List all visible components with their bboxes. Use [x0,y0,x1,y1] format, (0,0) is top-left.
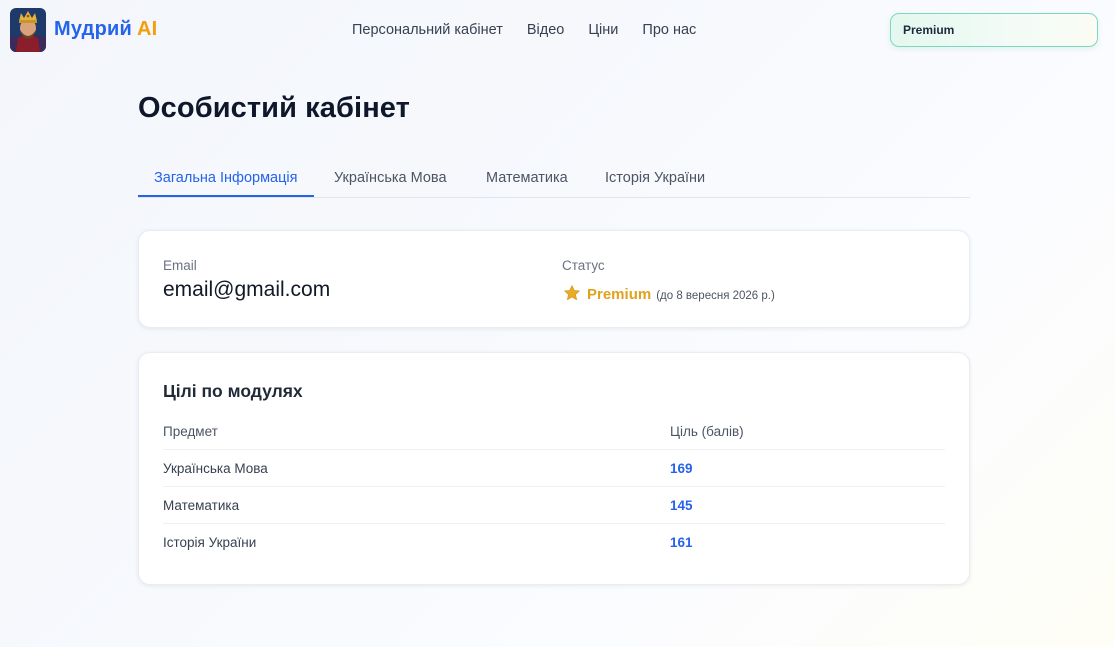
subject-cell: Українська Мова [163,461,268,476]
king-portrait-icon [10,8,46,52]
goal-cell[interactable]: 145 [670,498,693,513]
goal-cell[interactable]: 169 [670,461,693,476]
page-title: Особистий кабінет [138,92,410,124]
nav-about[interactable]: Про нас [642,22,696,38]
table-header-row: Предмет Ціль (балів) [163,413,945,450]
logo-avatar[interactable] [10,8,46,52]
status-value: Premium (до 8 вересня 2026 р.) [563,281,775,303]
goals-table: Предмет Ціль (балів) Українська Мова 169… [163,413,945,561]
premium-button[interactable]: Premium [890,13,1098,47]
subject-cell: Математика [163,498,240,513]
tab-mathematics[interactable]: Математика [486,170,568,186]
brand-part1: Мудрий [54,18,132,40]
goals-title: Цілі по модулях [163,381,303,401]
table-row: Математика 145 [163,487,945,524]
goal-cell[interactable]: 161 [670,535,693,550]
status-label: Статус [562,258,605,273]
main-nav: Персональний кабінет Відео Ціни Про нас [352,22,696,38]
status-premium-text: Premium [587,286,652,303]
account-info-card: Email email@gmail.com Статус Premium (до… [138,230,970,328]
nav-video[interactable]: Відео [527,22,564,38]
active-tab-indicator [138,195,314,197]
brand-part2: AI [137,18,158,40]
module-goals-card: Цілі по модулях Предмет Ціль (балів) Укр… [138,352,970,585]
brand-name[interactable]: Мудрий AI [54,18,157,41]
subject-cell: Історія України [163,535,257,550]
module-tabs: Загальна Інформація Українська Мова Мате… [138,160,970,198]
status-until-text: (до 8 вересня 2026 р.) [656,290,775,302]
email-label: Email [163,258,197,273]
table-row: Історія України 161 [163,524,945,561]
top-header: Мудрий AI Персональний кабінет Відео Ціни… [0,0,1115,60]
column-header-subject: Предмет [163,424,218,439]
nav-prices[interactable]: Ціни [588,22,618,38]
tab-general-info[interactable]: Загальна Інформація [154,170,297,186]
column-header-goal: Ціль (балів) [670,424,744,439]
table-row: Українська Мова 169 [163,450,945,487]
tab-history-ukraine[interactable]: Історія України [605,170,705,186]
nav-personal-cabinet[interactable]: Персональний кабінет [352,22,503,38]
star-icon [564,285,580,301]
tab-ukrainian-language[interactable]: Українська Мова [334,170,447,186]
email-value: email@gmail.com [163,278,331,301]
